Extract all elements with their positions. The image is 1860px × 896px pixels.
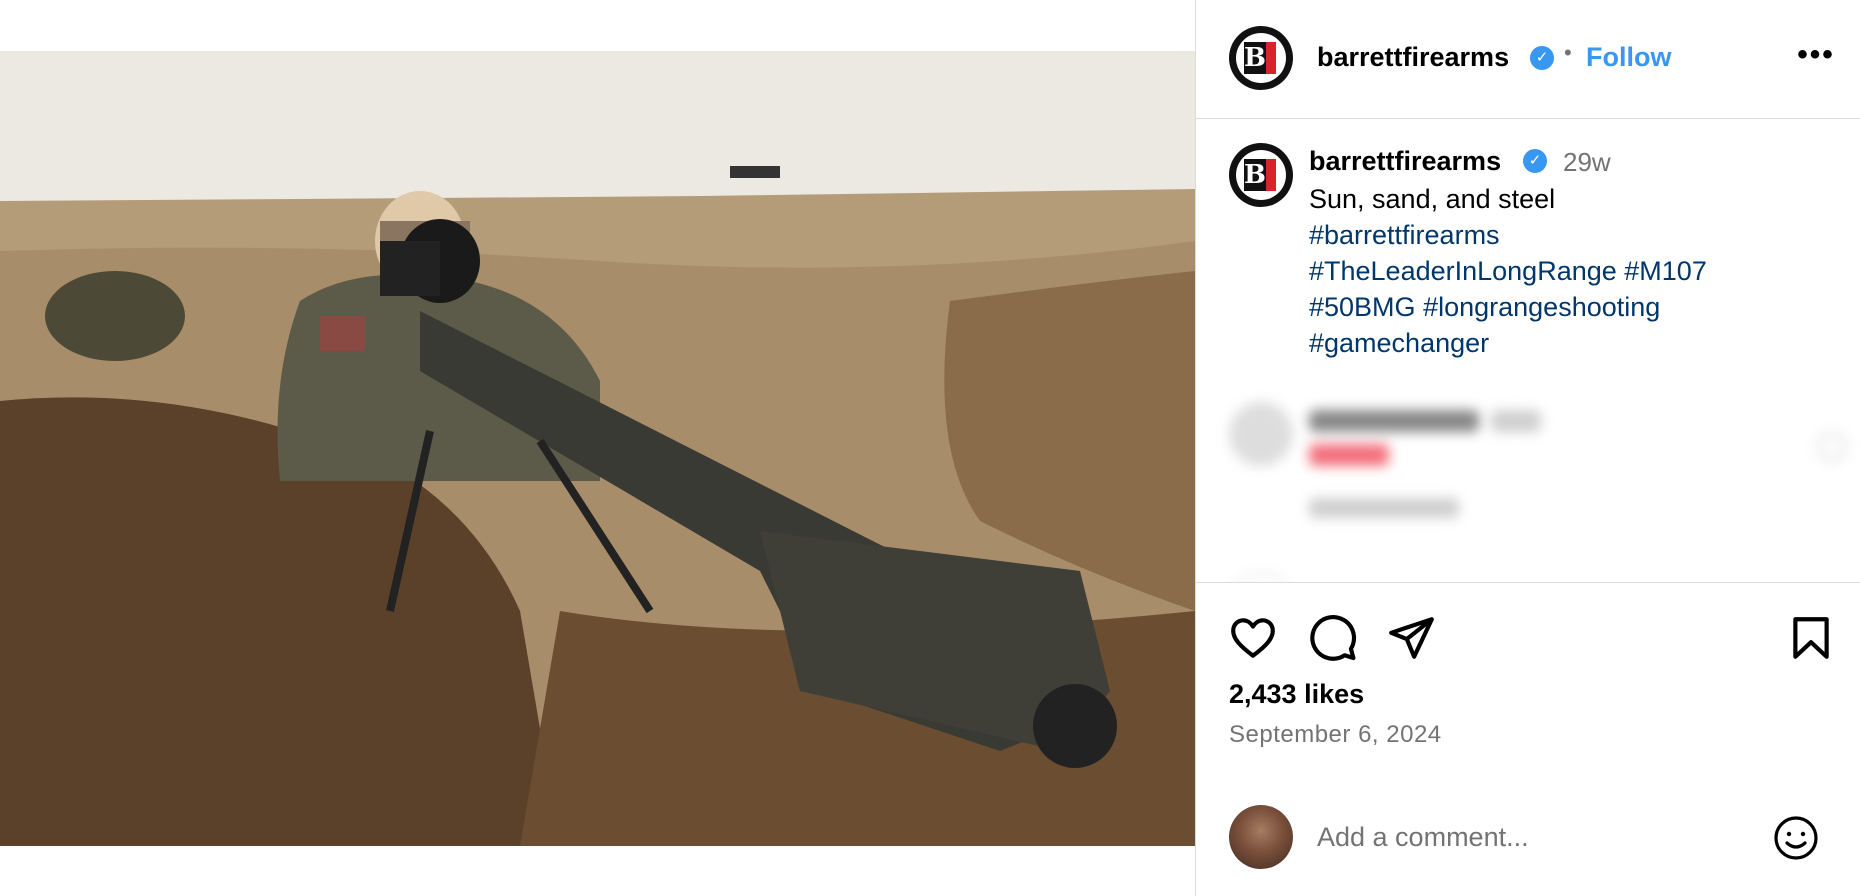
brand-logo: B xyxy=(1244,42,1278,74)
logo-red-bar xyxy=(1266,42,1276,74)
logo-letter: B xyxy=(1244,42,1266,74)
comment-avatar-blurred xyxy=(1229,402,1293,466)
logo-red-bar xyxy=(1266,159,1276,191)
comment-input[interactable] xyxy=(1317,817,1757,857)
caption-username[interactable]: barrettfirearms xyxy=(1309,146,1501,177)
comment-bar xyxy=(1196,783,1860,896)
caption-avatar[interactable]: B xyxy=(1229,143,1293,207)
separator-dot: • xyxy=(1564,40,1572,65)
hashtag-link[interactable]: #barrettfirearms xyxy=(1309,220,1500,250)
logo-ring: B xyxy=(1236,33,1286,83)
comment-like-icon xyxy=(1817,432,1847,462)
hashtag-link[interactable]: #TheLeaderInLongRange xyxy=(1309,256,1617,286)
brand-logo: B xyxy=(1244,159,1278,191)
header-username[interactable]: barrettfirearms xyxy=(1317,42,1509,73)
post-media xyxy=(0,0,1195,896)
caption-section: B barrettfirearms ✓ 29w Sun, sand, and s… xyxy=(1196,120,1860,582)
caption-body: Sun, sand, and steel xyxy=(1309,184,1556,214)
comment-text-blurred xyxy=(1309,444,1389,466)
post-image-graphic xyxy=(0,51,1195,846)
logo-ring: B xyxy=(1236,150,1286,200)
post-actions: 2,433 likes September 6, 2024 xyxy=(1196,582,1860,896)
comment-username-blurred xyxy=(1309,410,1479,432)
share-icon[interactable] xyxy=(1386,613,1436,663)
follow-button[interactable]: Follow xyxy=(1586,42,1671,73)
hashtag-link[interactable]: #longrangeshooting xyxy=(1423,292,1660,322)
likes-count[interactable]: 2,433 likes xyxy=(1229,679,1364,710)
caption-text: Sun, sand, and steel #barrettfirearms #T… xyxy=(1309,181,1829,361)
avatar xyxy=(1229,805,1293,869)
post-date[interactable]: September 6, 2024 xyxy=(1229,721,1442,749)
logo-letter: B xyxy=(1244,159,1266,191)
verified-badge-icon: ✓ xyxy=(1523,149,1547,173)
more-icon[interactable]: ••• xyxy=(1796,40,1836,70)
heart-icon[interactable] xyxy=(1228,613,1278,663)
caption-timestamp[interactable]: 29w xyxy=(1563,147,1611,178)
comment-avatar-blurred xyxy=(1229,572,1293,582)
hashtag-link[interactable]: #50BMG xyxy=(1309,292,1416,322)
comment-meta-blurred xyxy=(1309,498,1459,518)
post-header: B barrettfirearms ✓ • Follow ••• xyxy=(1196,0,1860,119)
post-side-panel: B barrettfirearms ✓ • Follow ••• B barre… xyxy=(1196,0,1860,896)
profile-avatar[interactable]: B xyxy=(1229,26,1293,90)
blurred-comment xyxy=(1229,402,1849,582)
bookmark-icon[interactable] xyxy=(1786,613,1836,663)
emoji-icon[interactable] xyxy=(1772,814,1820,862)
comment-time-blurred xyxy=(1491,410,1541,432)
post-image[interactable] xyxy=(0,51,1195,846)
verified-badge-icon: ✓ xyxy=(1530,46,1554,70)
comment-icon[interactable] xyxy=(1308,613,1358,663)
hashtag-link[interactable]: #M107 xyxy=(1624,256,1707,286)
hashtag-link[interactable]: #gamechanger xyxy=(1309,328,1489,358)
